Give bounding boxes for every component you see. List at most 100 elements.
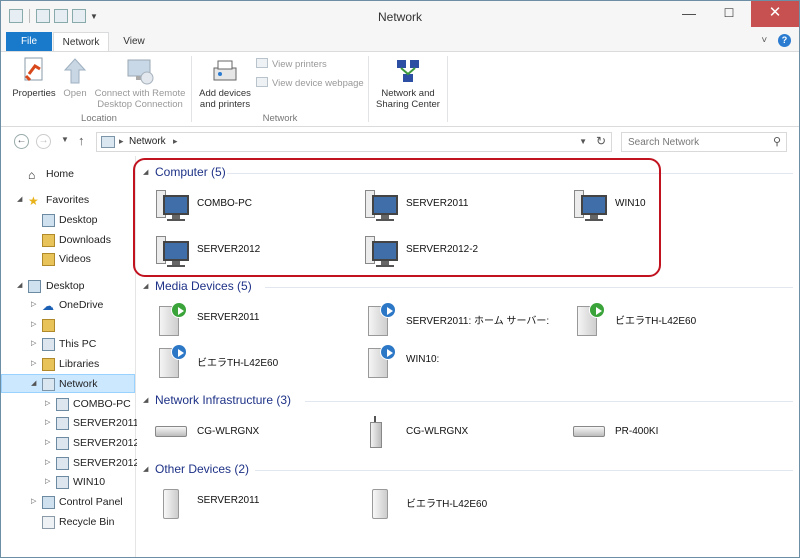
nav-item-network-child[interactable]: ▷ COMBO-PC: [1, 395, 135, 414]
navigation-pane: ⌂ Home ◢ ★ Favorites Desktop Downloads V…: [1, 156, 149, 557]
computer-icon: [42, 338, 55, 351]
breadcrumb-separator-icon[interactable]: ▸: [173, 136, 178, 147]
tab-network[interactable]: Network: [53, 32, 109, 52]
star-icon: ★: [28, 194, 39, 208]
expand-arrow-icon[interactable]: ▷: [45, 438, 50, 446]
expand-arrow-icon[interactable]: ▷: [45, 477, 50, 485]
location-group-label: Location: [81, 113, 117, 124]
nav-label: WIN10: [73, 476, 106, 488]
nav-label: Desktop: [46, 280, 85, 292]
desktop-icon: [28, 280, 41, 293]
minimize-button[interactable]: —: [673, 1, 705, 27]
nav-item-network-child[interactable]: ▷ SERVER2011: [1, 414, 139, 433]
view-device-webpage-button[interactable]: View device webpage: [256, 77, 364, 89]
close-button[interactable]: ✕: [751, 1, 799, 27]
refresh-icon[interactable]: ↻: [596, 134, 606, 148]
address-history-icon[interactable]: ▼: [579, 137, 587, 146]
nav-item-videos[interactable]: Videos: [1, 250, 135, 269]
nav-label: SERVER2012: [73, 437, 140, 449]
remote-desktop-button[interactable]: Connect with Remote Desktop Connection: [93, 56, 187, 110]
nav-item-favorites[interactable]: ◢ ★ Favorites: [1, 191, 135, 210]
infrastructure-item[interactable]: CG-WLRGNX: [362, 414, 562, 452]
group-label: Network Infrastructure (3): [155, 393, 292, 407]
device-icon: [362, 485, 400, 521]
nav-item-desktop-favorite[interactable]: Desktop: [1, 211, 135, 230]
properties-button[interactable]: Properties: [9, 56, 59, 99]
media-device-item[interactable]: WIN10:: [362, 342, 562, 380]
collapse-arrow-icon[interactable]: ◢: [143, 282, 148, 290]
collapse-arrow-icon[interactable]: ◢: [31, 379, 36, 387]
other-device-item[interactable]: SERVER2011: [153, 483, 353, 521]
expand-arrow-icon[interactable]: ▷: [31, 339, 36, 347]
nav-item-user-folder[interactable]: ▷: [1, 316, 135, 335]
group-label: Media Devices (5): [155, 279, 252, 293]
ribbon-separator: [191, 56, 192, 122]
collapse-arrow-icon[interactable]: ◢: [17, 281, 22, 289]
help-icon[interactable]: ?: [778, 34, 791, 47]
open-button[interactable]: Open: [59, 56, 91, 99]
ribbon-controls: ˅ ?: [753, 34, 791, 47]
nav-item-this-pc[interactable]: ▷ This PC: [1, 335, 135, 354]
nav-label: Network: [59, 378, 98, 390]
nav-item-downloads[interactable]: Downloads: [1, 231, 135, 250]
group-divider: [255, 470, 793, 471]
back-button[interactable]: ←: [14, 134, 29, 149]
nav-item-home[interactable]: ⌂ Home: [1, 165, 135, 184]
nav-item-desktop[interactable]: ◢ Desktop: [1, 277, 135, 296]
forward-button[interactable]: →: [36, 134, 51, 149]
printer-icon: [256, 58, 268, 68]
item-label: WIN10:: [406, 354, 440, 365]
group-header-other-devices[interactable]: ◢ Other Devices (2): [143, 461, 793, 479]
nav-item-network-child[interactable]: ▷ SERVER2012-2: [1, 454, 149, 473]
search-icon[interactable]: ⚲: [773, 135, 781, 148]
item-label: PR-400KI: [615, 426, 659, 437]
tab-view[interactable]: View: [111, 32, 157, 51]
nav-label: Home: [46, 168, 75, 180]
breadcrumb-separator-icon[interactable]: ▸: [119, 136, 124, 147]
collapse-ribbon-icon[interactable]: ˅: [761, 35, 767, 46]
group-divider: [305, 401, 793, 402]
expand-arrow-icon[interactable]: ▷: [31, 497, 36, 505]
infrastructure-item[interactable]: PR-400KI: [571, 414, 771, 452]
nav-label: COMBO-PC: [73, 398, 131, 410]
home-icon: ⌂: [28, 168, 36, 182]
tab-file[interactable]: File: [6, 32, 52, 51]
nav-item-onedrive[interactable]: ▷ ☁ OneDrive: [1, 296, 135, 315]
expand-arrow-icon[interactable]: ▷: [45, 458, 50, 466]
breadcrumb-network[interactable]: Network: [129, 136, 166, 147]
group-header-network-infrastructure[interactable]: ◢ Network Infrastructure (3): [143, 392, 793, 410]
address-bar[interactable]: ▸ Network ▸ ▼ ↻: [96, 132, 612, 152]
infrastructure-item[interactable]: CG-WLRGNX: [153, 414, 353, 452]
collapse-arrow-icon[interactable]: ◢: [17, 195, 22, 203]
media-device-item[interactable]: SERVER2011: ホーム サーバー:: [362, 300, 562, 338]
search-input[interactable]: Search Network: [628, 137, 699, 148]
maximize-button[interactable]: ☐: [713, 1, 745, 27]
up-arrow-icon[interactable]: ↑: [78, 133, 85, 148]
expand-arrow-icon[interactable]: ▷: [31, 359, 36, 367]
nav-item-network-child[interactable]: ▷ WIN10: [1, 473, 135, 492]
nav-item-control-panel[interactable]: ▷ Control Panel: [1, 493, 135, 512]
media-server-icon: [362, 302, 400, 338]
add-devices-label-2: and printers: [199, 99, 251, 110]
nav-item-network[interactable]: ◢ Network: [1, 374, 135, 393]
media-device-item[interactable]: SERVER2011: [153, 300, 353, 338]
nav-item-recycle-bin[interactable]: Recycle Bin: [1, 513, 135, 532]
network-sharing-center-button[interactable]: Network and Sharing Center: [373, 56, 443, 110]
media-device-item[interactable]: ビエラTH-L42E60: [571, 300, 771, 338]
collapse-arrow-icon[interactable]: ◢: [143, 396, 148, 404]
expand-arrow-icon[interactable]: ▷: [45, 418, 50, 426]
group-header-media-devices[interactable]: ◢ Media Devices (5): [143, 278, 793, 296]
media-device-item[interactable]: ビエラTH-L42E60: [153, 342, 353, 380]
collapse-arrow-icon[interactable]: ◢: [143, 465, 148, 473]
recent-locations-icon[interactable]: ▼: [61, 135, 69, 144]
nav-item-network-child[interactable]: ▷ SERVER2012: [1, 434, 139, 453]
view-printers-button[interactable]: View printers: [256, 58, 327, 70]
expand-arrow-icon[interactable]: ▷: [31, 320, 36, 328]
nav-label: Favorites: [46, 194, 90, 206]
nav-item-libraries[interactable]: ▷ Libraries: [1, 355, 135, 374]
expand-arrow-icon[interactable]: ▷: [31, 300, 36, 308]
add-devices-button[interactable]: Add devices and printers: [195, 56, 255, 110]
search-box[interactable]: Search Network ⚲: [621, 132, 787, 152]
expand-arrow-icon[interactable]: ▷: [45, 399, 50, 407]
other-device-item[interactable]: ビエラTH-L42E60: [362, 483, 562, 521]
